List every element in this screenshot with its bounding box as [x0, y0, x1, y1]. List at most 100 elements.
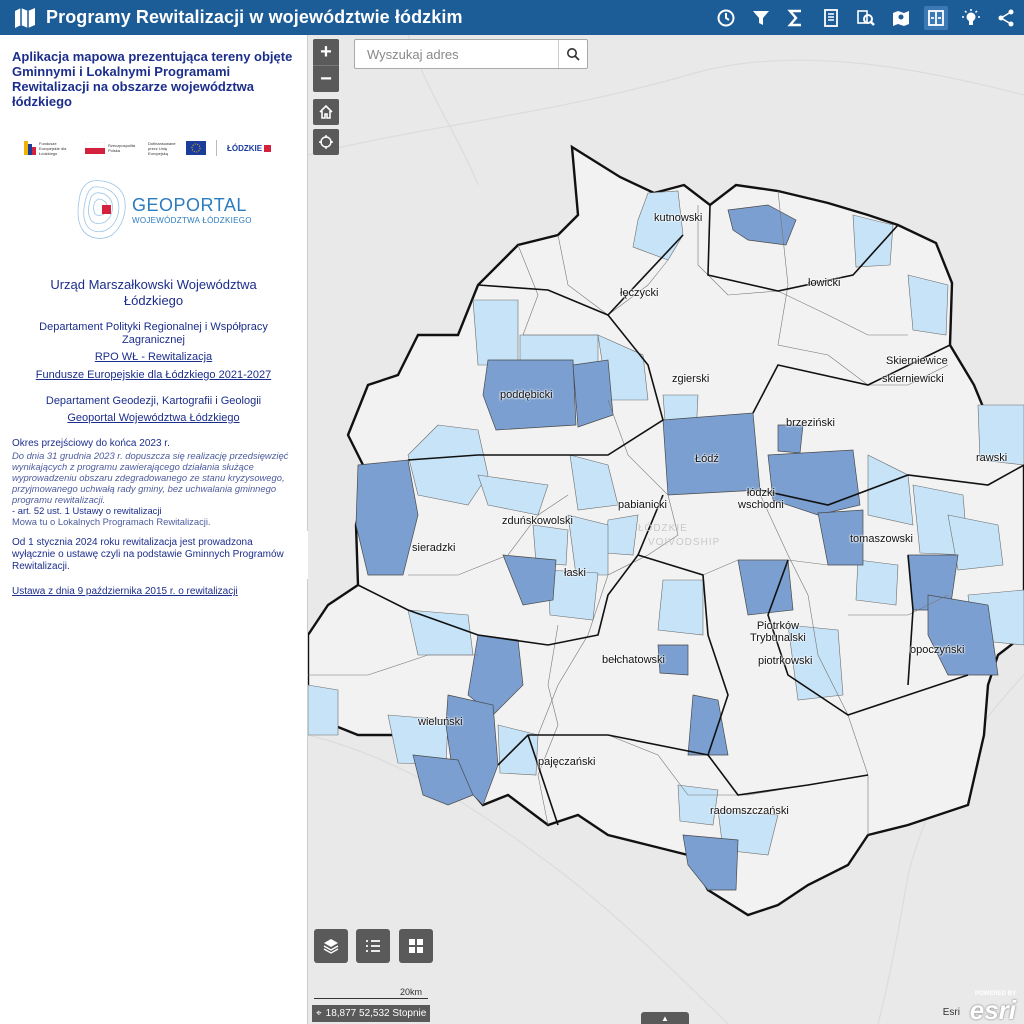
search-icon	[567, 48, 580, 61]
dept2-name: Departament Geodezji, Kartografii i Geol…	[45, 395, 262, 407]
label-pajeczanski: pajęczański	[538, 756, 596, 768]
dept1-name: Departament Polityki Regionalnej i Współ…	[39, 321, 268, 346]
scale-bar: 20km	[314, 987, 434, 999]
label-tomaszowski: tomaszowski	[850, 533, 913, 545]
search-button[interactable]	[558, 40, 587, 68]
layers-icon	[323, 939, 339, 954]
geoportal-subtitle: WOJEWÓDZTWA ŁÓDZKIEGO	[132, 216, 252, 225]
label-lowicki: łowicki	[808, 277, 841, 289]
eu-flag-logo: Dofinansowane przez Unię Europejską	[148, 141, 206, 156]
grid-icon	[409, 939, 423, 953]
period-note: Mowa tu o Lokalnych Programach Rewitaliz…	[12, 516, 211, 527]
coordinates-text: 18,877 52,532 Stopnie	[325, 1008, 427, 1019]
area-radomsko-south	[682, 834, 739, 891]
history-icon[interactable]	[714, 6, 738, 30]
chevron-up-icon: ▲	[661, 1013, 669, 1023]
label-radomszczanski: radomszczański	[710, 805, 789, 817]
split-icon[interactable]	[924, 5, 948, 30]
label-skierniewice: Skierniewice	[886, 355, 948, 367]
area-brzeziny	[777, 424, 804, 454]
app-logo-icon	[15, 7, 35, 28]
home-icon	[319, 104, 333, 119]
label-piotrkow: Piotrków Trybunalski	[750, 620, 806, 644]
label-brzezinski: brzeziński	[786, 417, 835, 429]
basemap-label-2: VOIVODSHIP	[648, 537, 721, 548]
label-piotrkowski: piotrkowski	[758, 655, 813, 667]
share-icon[interactable]	[994, 6, 1018, 30]
label-zgierski: zgierski	[672, 373, 710, 385]
filter-icon[interactable]	[749, 6, 773, 30]
label-skierniewicki: skierniewicki	[882, 373, 944, 385]
fe-logo-text: Fundusze Europejskie dla Łódzkiego	[39, 140, 67, 156]
list-icon	[366, 940, 380, 952]
coordinates-readout: ⌖ 18,877 52,532 Stopnie	[312, 1005, 431, 1022]
home-button[interactable]	[313, 99, 339, 125]
geoportal-text: GEOPORTAL WOJEWÓDZTWA ŁÓDZKIEGO	[132, 195, 252, 225]
pl-flag-text: Rzeczpospolita Polska	[108, 143, 136, 153]
locate-button[interactable]	[313, 129, 339, 155]
esri-wordmark: esri	[969, 995, 1016, 1024]
fe-lodzkie-link[interactable]: Fundusze Europejskie dla Łódzkiego 2021-…	[36, 369, 271, 381]
label-leczycki: łęczycki	[620, 287, 659, 299]
label-belchatowski: bełchatowski	[602, 654, 665, 666]
eu-logos-strip: Fundusze Europejskie dla Łódzkiego Rzecz…	[24, 137, 307, 159]
label-laski: łaski	[564, 567, 587, 579]
side-panel: Aplikacja mapowa prezentująca tereny obj…	[0, 35, 308, 1024]
label-opoczynski: opoczyński	[910, 644, 965, 656]
sum-icon[interactable]	[784, 6, 808, 30]
pl-flag-logo: Rzeczpospolita Polska	[85, 142, 138, 154]
area-uniejow	[572, 359, 614, 428]
document-icon[interactable]	[819, 6, 843, 30]
label-sieradzki: sieradzki	[412, 542, 456, 554]
search-input[interactable]	[365, 41, 559, 67]
fe-logo: Fundusze Europejskie dla Łódzkiego	[24, 141, 75, 156]
area-bolesl	[308, 684, 339, 736]
zoom-out-button[interactable]: −	[313, 65, 339, 92]
address-search	[354, 39, 588, 69]
app-header: Programy Rewitalizacji w województwie łó…	[0, 0, 1024, 35]
label-rawski: rawski	[976, 452, 1008, 464]
layers-button[interactable]	[314, 929, 348, 963]
rpo-rewitalizacja-link[interactable]: RPO WŁ - Rewitalizacja	[95, 351, 212, 363]
lightbulb-icon[interactable]	[959, 6, 983, 30]
header-toolbar	[714, 0, 1018, 35]
zoom-search-icon[interactable]	[854, 6, 878, 30]
map-attribution: Esri	[942, 1007, 960, 1018]
area-pabianice	[605, 514, 639, 556]
lodzkie-logo-text: ŁÓDZKIE	[227, 143, 263, 153]
zoom-control: + −	[313, 39, 339, 92]
zoom-in-button[interactable]: +	[313, 39, 339, 65]
area-tomaszow-south	[855, 559, 899, 606]
law-link[interactable]: Ustawa z dnia 9 października 2015 r. o r…	[12, 586, 238, 597]
label-zdunskowolski: zduńskowolski	[502, 515, 573, 527]
geoportal-logo: GEOPORTAL WOJEWÓDZTWA ŁÓDZKIEGO	[72, 177, 307, 243]
period-text: Do dnia 31 grudnia 2023 r. dopuszcza się…	[12, 450, 289, 505]
area-belchatow-north	[657, 579, 704, 636]
geoportal-link[interactable]: Geoportal Województwa Łódzkiego	[67, 412, 239, 424]
geoportal-map-icon	[77, 180, 126, 239]
label-kutnowski: kutnowski	[654, 212, 703, 224]
eu-flag-text: Dofinansowane przez Unię Europejską	[148, 140, 176, 156]
area-leczyca-west	[472, 299, 519, 366]
period-title: Okres przejściowy do końca 2023 r.	[12, 438, 170, 449]
org-name: Urząd Marszałkowski Województwa Łódzkieg…	[50, 277, 257, 308]
label-wielunski: wieluński	[418, 716, 463, 728]
esri-logo: POWERED BY esri	[970, 991, 1016, 1024]
label-pabianicki: pabianicki	[618, 499, 667, 511]
app-title: Programy Rewitalizacji w województwie łó…	[46, 7, 463, 27]
lodzkie-logo: ŁÓDZKIE	[227, 143, 272, 153]
area-lowicki-east	[907, 274, 949, 336]
info-2024: Od 1 stycznia 2024 roku rewitalizacja je…	[12, 537, 284, 572]
map-view[interactable]: ŁÓDZKIE VOIVODSHIP kutnowski łęczycki ło…	[308, 35, 1024, 1024]
bottom-panel-toggle[interactable]: ▲	[641, 1012, 689, 1024]
legend-button[interactable]	[356, 929, 390, 963]
label-poddebicki: poddębicki	[500, 389, 553, 401]
geoportal-title: GEOPORTAL	[132, 195, 247, 215]
label-lodzki-wschodni: łódzki wschodni	[738, 487, 784, 511]
print-icon[interactable]	[889, 6, 913, 30]
basemap-gallery-button[interactable]	[399, 929, 433, 963]
basemap-label-1: ŁÓDZKIE	[638, 523, 688, 534]
period-law: - art. 52 ust. 1 Ustawy o rewitalizacji	[12, 505, 162, 516]
scale-label: 20km	[400, 987, 423, 997]
coordinates-icon: ⌖	[316, 1008, 322, 1019]
